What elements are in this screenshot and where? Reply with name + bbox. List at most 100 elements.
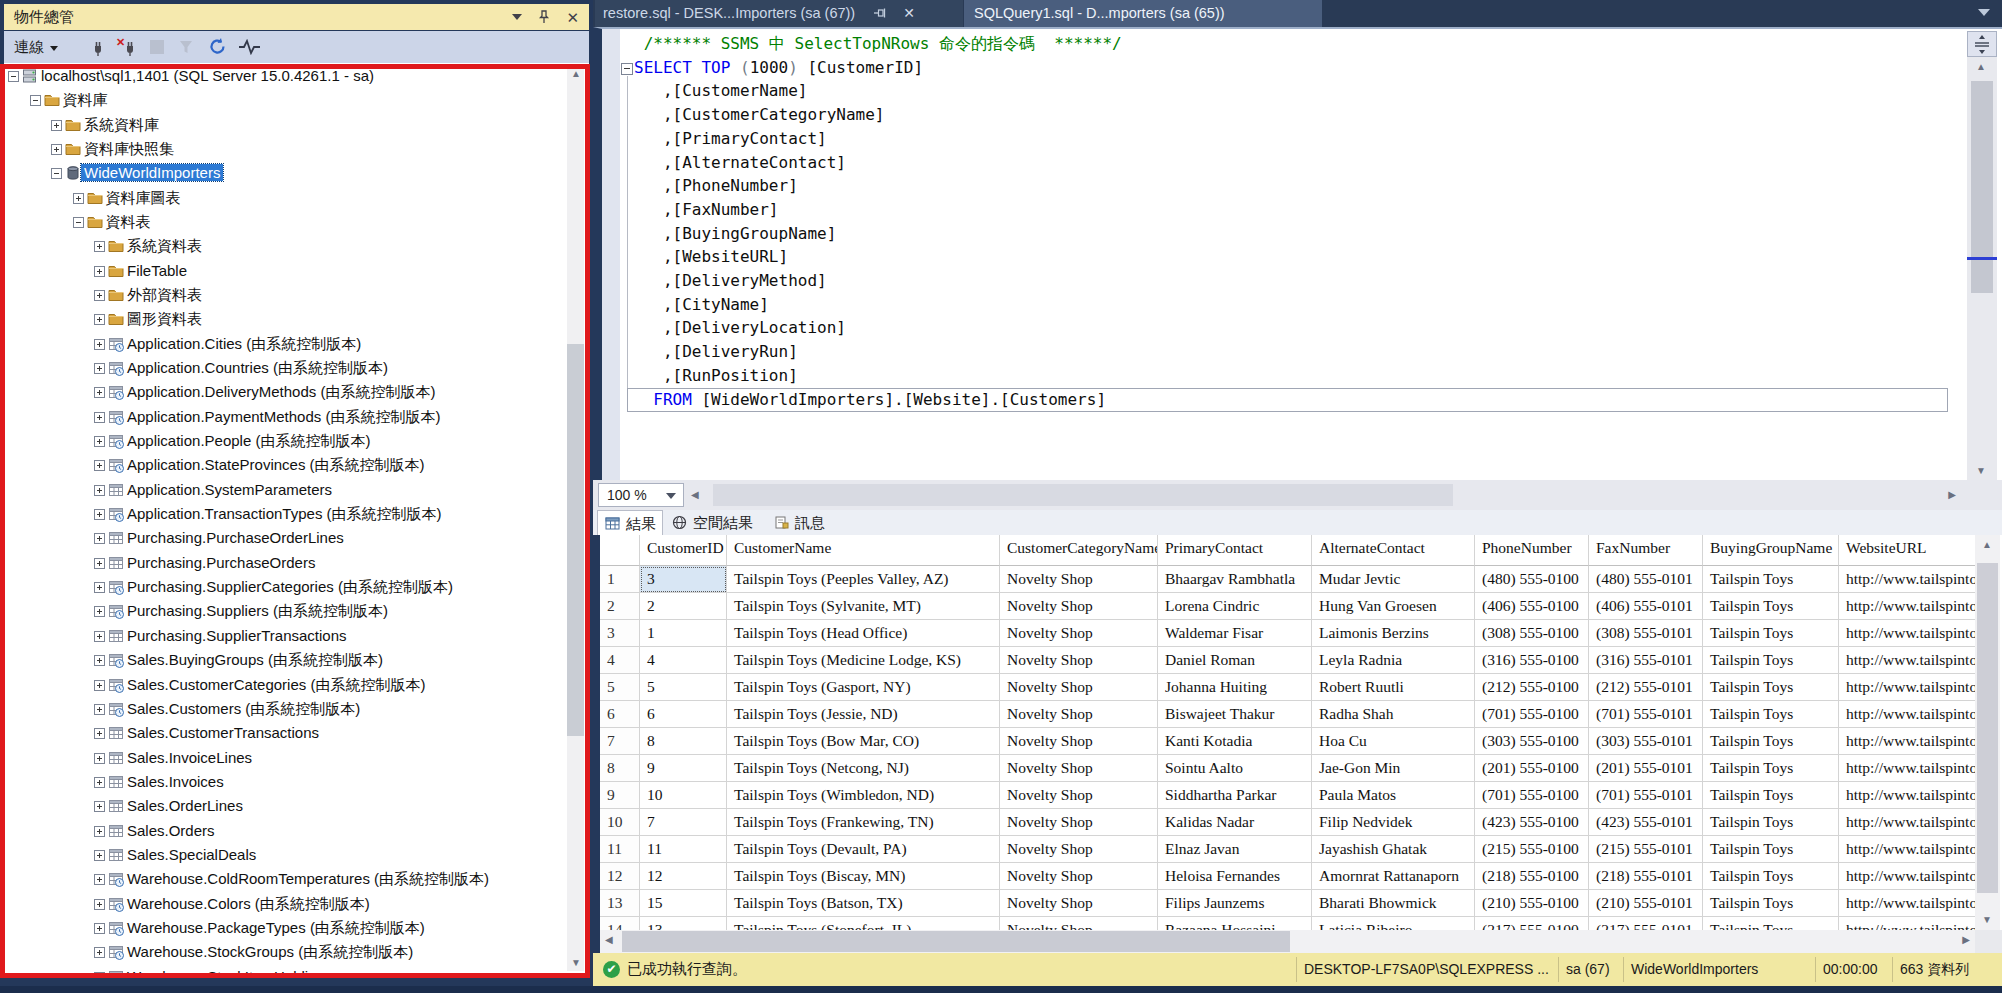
grid-cell[interactable]: (308) 555-0101	[1589, 620, 1703, 647]
scroll-right-icon[interactable]: ▶	[1948, 490, 1956, 500]
grid-cell[interactable]: (423) 555-0100	[1475, 809, 1589, 836]
grid-cell[interactable]: Tailspin Toys	[1703, 647, 1839, 674]
disconnect-object-explorer-icon[interactable]: ✕	[116, 37, 140, 57]
grid-cell[interactable]: Novelty Shop	[1000, 728, 1158, 755]
tab-sqlquery1-sql[interactable]: SQLQuery1.sql - D...mporters (sa (65))	[964, 0, 1322, 27]
grid-cell[interactable]: Heloisa Fernandes	[1158, 863, 1312, 890]
grid-cell[interactable]: (217) 555-0100	[1475, 917, 1589, 930]
code-line[interactable]: ,[WebsiteURL]	[634, 245, 1966, 269]
grid-cell[interactable]: Novelty Shop	[1000, 836, 1158, 863]
grid-cell[interactable]: Tailspin Toys	[1703, 836, 1839, 863]
grid-cell[interactable]: Tailspin Toys	[1703, 755, 1839, 782]
grid-cell[interactable]: 12	[600, 863, 640, 890]
code-line[interactable]: FROM [WideWorldImporters].[Website].[Cus…	[634, 388, 1966, 412]
grid-cell[interactable]: Tailspin Toys	[1703, 863, 1839, 890]
grid-cell[interactable]: 11	[600, 836, 640, 863]
expand-icon[interactable]	[94, 826, 105, 837]
grid-cell[interactable]: Filips Jaunzems	[1158, 890, 1312, 917]
grid-cell[interactable]: http://www.tailspintoys.com	[1839, 701, 1976, 728]
grid-cell[interactable]: Tailspin Toys	[1703, 701, 1839, 728]
grid-cell[interactable]: 1	[600, 566, 640, 593]
grid-cell[interactable]: 7	[600, 728, 640, 755]
tree-item[interactable]: Application.Countries (由系統控制版本)	[4, 357, 589, 382]
expand-icon[interactable]	[94, 655, 105, 666]
tree-item[interactable]: 資料庫快照集	[4, 138, 589, 163]
expand-icon[interactable]	[94, 509, 105, 520]
expand-icon[interactable]	[94, 533, 105, 544]
grid-cell[interactable]: (308) 555-0100	[1475, 620, 1589, 647]
grid-cell[interactable]: Mudar Jevtic	[1312, 566, 1475, 593]
grid-cell[interactable]: (218) 555-0100	[1475, 863, 1589, 890]
grid-cell[interactable]: Elnaz Javan	[1158, 836, 1312, 863]
grid-cell[interactable]: 14	[600, 917, 640, 930]
code-line[interactable]: ,[PhoneNumber]	[634, 174, 1966, 198]
expand-icon[interactable]	[94, 801, 105, 812]
grid-cell[interactable]: (701) 555-0101	[1589, 701, 1703, 728]
grid-cell[interactable]: (215) 555-0101	[1589, 836, 1703, 863]
code-line[interactable]: ,[CityName]	[634, 293, 1966, 317]
scroll-left-icon[interactable]: ◀	[605, 935, 613, 945]
tree-item[interactable]: Sales.InvoiceLines	[4, 747, 589, 772]
grid-cell[interactable]: http://www.tailspintoys.com	[1839, 917, 1976, 930]
tree-item[interactable]: 圖形資料表	[4, 308, 589, 333]
grid-cell[interactable]: Novelty Shop	[1000, 863, 1158, 890]
grid-cell[interactable]: (480) 555-0100	[1475, 566, 1589, 593]
grid-cell[interactable]: Hoa Cu	[1312, 728, 1475, 755]
grid-cell[interactable]: Kanti Kotadia	[1158, 728, 1312, 755]
grid-cell[interactable]: Leyla Radnia	[1312, 647, 1475, 674]
grid-vertical-scrollbar[interactable]: ▲ ▼	[1975, 535, 2000, 930]
grid-cell[interactable]: Tailspin Toys (Netcong, NJ)	[727, 755, 1000, 782]
activity-monitor-icon[interactable]	[238, 39, 262, 55]
grid-hscrollbar-thumb[interactable]	[622, 931, 1290, 952]
expand-icon[interactable]	[94, 874, 105, 885]
grid-cell[interactable]: (316) 555-0101	[1589, 647, 1703, 674]
grid-horizontal-scrollbar[interactable]: ◀ ▶	[600, 930, 1975, 953]
grid-cell[interactable]: Tailspin Toys	[1703, 782, 1839, 809]
code-line[interactable]: ,[DeliveryMethod]	[634, 269, 1966, 293]
grid-cell[interactable]: Siddhartha Parkar	[1158, 782, 1312, 809]
grid-cell[interactable]: Novelty Shop	[1000, 566, 1158, 593]
grid-cell[interactable]: http://www.tailspintoys.com	[1839, 674, 1976, 701]
tree-item[interactable]: Warehouse.Colors (由系統控制版本)	[4, 893, 589, 918]
grid-cell[interactable]: (201) 555-0101	[1589, 755, 1703, 782]
grid-cell[interactable]: http://www.tailspintoys.com	[1839, 890, 1976, 917]
collapse-region-icon[interactable]	[621, 63, 633, 75]
grid-cell[interactable]: 9	[640, 755, 727, 782]
tree-item[interactable]: 資料表	[4, 211, 589, 236]
tab-restore-sql[interactable]: restore.sql - DESK...Importers (sa (67))…	[595, 0, 963, 27]
grid-cell[interactable]: (210) 555-0100	[1475, 890, 1589, 917]
grid-cell[interactable]: Tailspin Toys (Bow Mar, CO)	[727, 728, 1000, 755]
grid-cell[interactable]: (218) 555-0101	[1589, 863, 1703, 890]
grid-cell[interactable]: Novelty Shop	[1000, 674, 1158, 701]
scroll-down-icon[interactable]: ▼	[1976, 466, 1986, 476]
grid-cell[interactable]: (406) 555-0101	[1589, 593, 1703, 620]
expand-icon[interactable]	[94, 631, 105, 642]
grid-cell[interactable]: 4	[640, 647, 727, 674]
expand-icon[interactable]	[94, 704, 105, 715]
grid-cell[interactable]: Tailspin Toys	[1703, 566, 1839, 593]
expand-icon[interactable]	[51, 144, 62, 155]
grid-cell[interactable]: http://www.tailspintoys.com	[1839, 620, 1976, 647]
expand-icon[interactable]	[94, 387, 105, 398]
expand-icon[interactable]	[94, 558, 105, 569]
tree-scrollbar[interactable]: ▲ ▼	[567, 66, 584, 971]
grid-cell[interactable]: Novelty Shop	[1000, 809, 1158, 836]
grid-cell[interactable]: Tailspin Toys	[1703, 809, 1839, 836]
grid-cell[interactable]: http://www.tailspintoys.com	[1839, 809, 1976, 836]
grid-cell[interactable]: 13	[600, 890, 640, 917]
splitter-handle[interactable]	[1967, 31, 1997, 57]
grid-cell[interactable]: 7	[640, 809, 727, 836]
results-tab-spatial[interactable]: 空間結果	[665, 510, 765, 535]
scroll-left-icon[interactable]: ◀	[691, 490, 699, 500]
grid-cell[interactable]: Tailspin Toys	[1703, 728, 1839, 755]
grid-cell[interactable]: http://www.tailspintoys.com	[1839, 755, 1976, 782]
grid-cell[interactable]: Tailspin Toys	[1703, 890, 1839, 917]
code-line[interactable]: ,[DeliveryRun]	[634, 340, 1966, 364]
grid-cell[interactable]: Novelty Shop	[1000, 647, 1158, 674]
connect-object-explorer-icon[interactable]	[88, 37, 108, 57]
code-line[interactable]: ,[CustomerCategoryName]	[634, 103, 1966, 127]
grid-cell[interactable]: (423) 555-0101	[1589, 809, 1703, 836]
expand-icon[interactable]	[94, 777, 105, 788]
grid-cell[interactable]: Razaana Hossaini	[1158, 917, 1312, 930]
tree-item[interactable]: Application.StateProvinces (由系統控制版本)	[4, 454, 589, 479]
